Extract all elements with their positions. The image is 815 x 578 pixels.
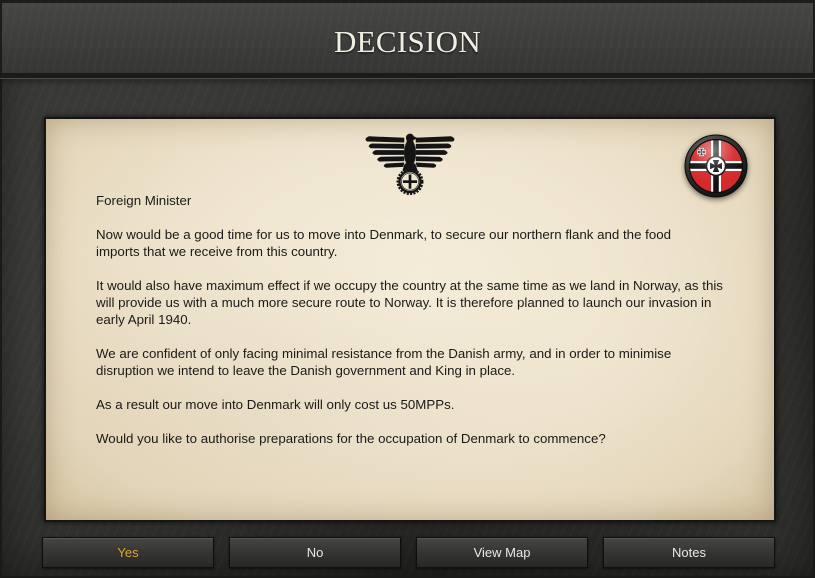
message-line: disruption we intend to leave the Danish… <box>96 363 516 378</box>
notes-button[interactable]: Notes <box>603 537 775 568</box>
message-paragraph: We are confident of only facing minimal … <box>96 345 766 379</box>
decision-dialog: DECISION Foreign Minister Now would be a… <box>0 0 815 578</box>
eagle-wing <box>365 136 405 168</box>
message-salutation: Foreign Minister <box>96 192 766 209</box>
dialog-title: DECISION <box>333 24 482 59</box>
message-paragraph: It would also have maximum effect if we … <box>96 277 766 328</box>
message-paragraph: Would you like to authorise preparations… <box>96 430 766 447</box>
title-divider <box>0 73 815 79</box>
eagle-wreath-emblem-icon <box>365 133 455 195</box>
message-body: Foreign Minister Now would be a good tim… <box>96 192 766 464</box>
message-paragraph: Now would be a good time for us to move … <box>96 226 766 260</box>
yes-button[interactable]: Yes <box>42 537 214 568</box>
wreath <box>396 168 424 195</box>
message-panel: Foreign Minister Now would be a good tim… <box>44 117 776 522</box>
message-line: Would you like to authorise preparations… <box>96 431 606 446</box>
view-map-button[interactable]: View Map <box>416 537 588 568</box>
message-line: We are confident of only facing minimal … <box>96 346 672 361</box>
war-flag-badge-icon <box>684 134 748 198</box>
no-button[interactable]: No <box>229 537 401 568</box>
message-line: It would also have maximum effect if we … <box>96 278 723 293</box>
title-bar: DECISION <box>0 0 815 73</box>
message-line: Foreign Minister <box>96 193 192 208</box>
message-line: Now would be a good time for us to move … <box>96 227 672 242</box>
message-line: will provide us with a much more secure … <box>96 295 712 310</box>
message-paragraph: As a result our move into Denmark will o… <box>96 396 766 413</box>
message-line: As a result our move into Denmark will o… <box>96 397 455 412</box>
message-line: early April 1940. <box>96 312 192 327</box>
message-line: imports that we receive from this countr… <box>96 244 338 259</box>
